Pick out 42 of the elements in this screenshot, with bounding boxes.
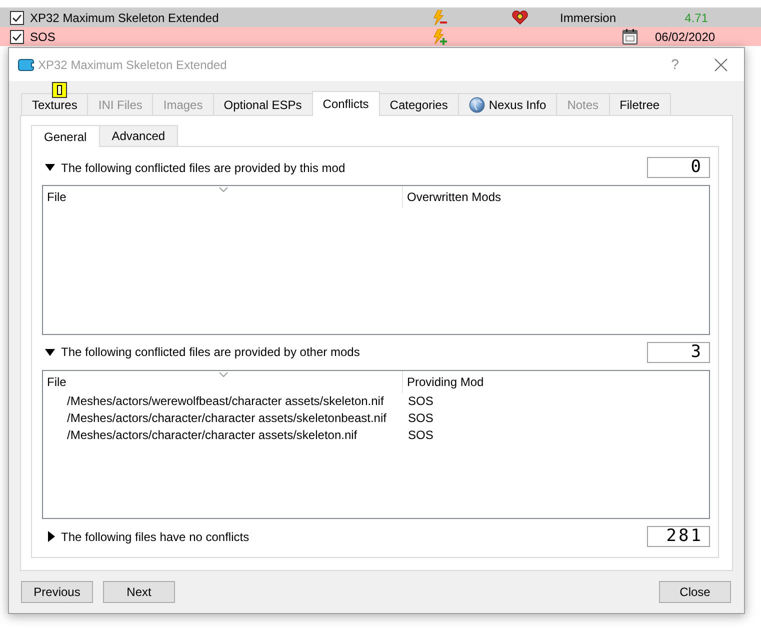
mod-name-cell-text: SOS: [407, 393, 434, 410]
column-header[interactable]: Providing Mod: [403, 370, 709, 392]
mod-list-row[interactable]: XP32 Maximum Skeleton Extended Immersion 4.71: [0, 8, 761, 27]
checkbox[interactable]: [10, 10, 24, 24]
tab[interactable]: Conflicts: [312, 91, 380, 116]
tab[interactable]: Nexus Info: [458, 93, 558, 115]
globe-icon: [468, 96, 485, 112]
checkbox[interactable]: [10, 30, 24, 44]
file-path-cell-text: /Meshes/actors/character/character assets/skeletonbeast.nif: [66, 410, 388, 427]
column-header[interactable]: Overwritten Mods: [403, 186, 709, 208]
tab[interactable]: Filetree: [608, 93, 671, 115]
mod-name-cell-text: SOS: [407, 410, 434, 427]
section-toggle[interactable]: The following conflicted files are provided by this mod: [42, 158, 346, 176]
file-path-cell-text: /Meshes/actors/character/character assets/skeleton.nif: [66, 427, 358, 444]
column-header[interactable]: File: [43, 370, 403, 392]
version-date: 06/02/2020: [655, 28, 716, 46]
mod-name-cell-text: SOS: [407, 427, 434, 444]
file-path-cell-text: /Meshes/actors/werewolfbeast/character assets/skeleton.nif: [66, 393, 385, 410]
close-icon: [714, 58, 728, 72]
marker-icon: [52, 82, 67, 98]
count-display: 3: [647, 342, 710, 362]
section-toggle[interactable]: The following conflicted files are provided by other mods: [42, 343, 360, 361]
section-toggle[interactable]: The following files have no conflicts: [42, 528, 250, 546]
tab[interactable]: Advanced: [98, 125, 178, 146]
tab[interactable]: Textures: [21, 93, 88, 115]
mod-name: XP32 Maximum Skeleton Extended: [30, 10, 220, 26]
nav-button[interactable]: Next: [103, 581, 175, 603]
nav-button[interactable]: Previous: [21, 581, 93, 603]
close-button[interactable]: Close: [659, 581, 731, 603]
column-header[interactable]: File: [43, 186, 403, 208]
count-display: 0: [647, 157, 710, 178]
sort-indicator-icon: [219, 187, 228, 192]
tab[interactable]: General: [31, 125, 100, 147]
calendar-icon: [622, 28, 638, 44]
app-icon: [18, 58, 34, 70]
version-label: 4.71: [684, 10, 708, 26]
category-label: Immersion: [560, 10, 618, 26]
sort-indicator-icon: [219, 372, 228, 376]
count-display: 281: [647, 526, 710, 547]
mod-name: SOS: [30, 28, 56, 46]
window-title: XP32 Maximum Skeleton Extended: [38, 56, 228, 74]
mod-list-row[interactable]: SOS 06/02/2020: [0, 27, 761, 46]
